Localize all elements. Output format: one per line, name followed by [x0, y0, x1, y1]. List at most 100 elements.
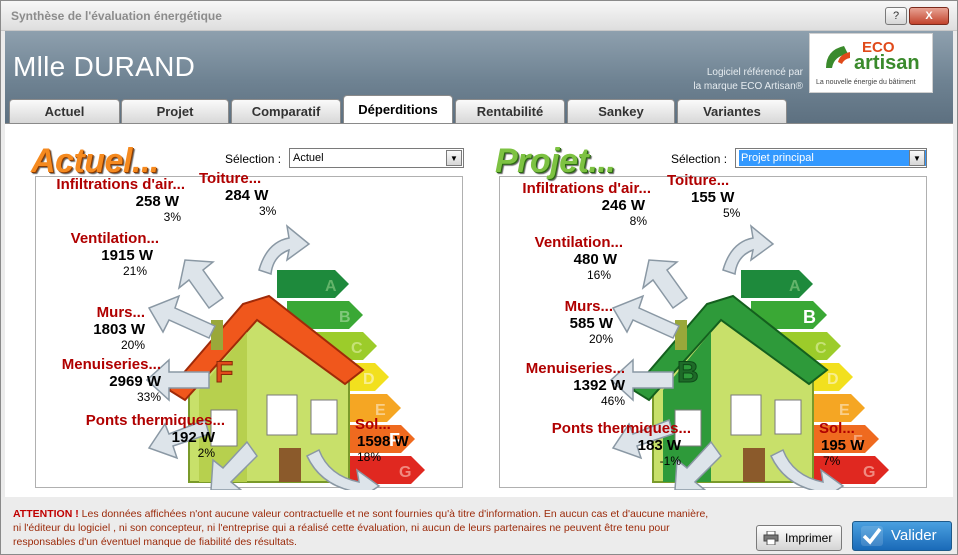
tab-variantes[interactable]: Variantes [677, 99, 787, 123]
tab-sankey[interactable]: Sankey [567, 99, 675, 123]
projet-selection-dropdown[interactable]: Projet principal ▼ [735, 148, 927, 168]
house-energy-class: B [677, 356, 699, 389]
menuiseries-label: Menuiseries... [525, 360, 625, 377]
infiltrations-label: Infiltrations d'air... [56, 176, 185, 193]
ponts-pct: -1% [659, 454, 681, 468]
murs-watts: 585 W [569, 315, 613, 332]
software-reference-line1: Logiciel référencé par [706, 67, 803, 78]
logo-mark-icon [826, 46, 850, 68]
print-button-label: Imprimer [785, 531, 833, 545]
toiture-block: Toiture... 155 W 5% [667, 172, 777, 220]
help-button[interactable]: ? [885, 7, 907, 25]
printer-icon [763, 531, 779, 545]
scale-letter-d: D [827, 371, 839, 388]
menuiseries-block: Menuiseries... 1392 W 46% [501, 360, 625, 408]
scale-letter-e: E [839, 402, 850, 419]
infiltrations-watts: 246 W [601, 197, 645, 214]
disclaimer-line2: ni l'éditeur du logiciel , ni son concep… [13, 522, 670, 534]
ventilation-block: Ventilation... 480 W 16% [501, 234, 623, 282]
sol-label: Sol... [355, 416, 391, 433]
software-reference-line2: la marque ECO Artisan® [693, 81, 803, 92]
menuiseries-pct: 46% [600, 394, 625, 408]
ponts-pct: 2% [197, 446, 215, 460]
ponts-watts: 183 W [637, 437, 681, 454]
scale-letter-a: A [325, 278, 337, 295]
actuel-selection-value: Actuel [293, 152, 324, 164]
infiltrations-pct: 3% [163, 210, 181, 224]
ventilation-pct: 16% [586, 268, 611, 282]
deperditions-content: Actuel... Sélection : Actuel ▼ A B C D E [5, 123, 953, 497]
menuiseries-watts: 1392 W [573, 377, 625, 394]
client-name: Mlle DURAND [13, 51, 196, 82]
sol-watts: 195 W [821, 437, 865, 454]
toiture-pct: 3% [259, 204, 277, 218]
sol-watts: 1598 W [357, 433, 409, 450]
tab-projet[interactable]: Projet [121, 99, 229, 123]
ventilation-watts: 1915 W [101, 247, 153, 264]
infiltrations-pct: 8% [629, 214, 647, 228]
dropdown-arrow-icon[interactable]: ▼ [446, 150, 462, 166]
ponts-label: Ponts thermiques... [85, 412, 225, 429]
ponts-block: Ponts thermiques... 192 W 2% [35, 412, 225, 460]
ponts-block: Ponts thermiques... 183 W -1% [501, 420, 691, 468]
title-bar: Synthèse de l'évaluation énergétique ? X [1, 1, 957, 31]
actuel-selection-dropdown[interactable]: Actuel ▼ [289, 148, 464, 168]
actuel-selection-label: Sélection : [225, 152, 282, 166]
disclaimer-line1: Les données affichées n'ont aucune valeu… [78, 508, 709, 520]
projet-selection-label: Sélection : [671, 152, 728, 166]
tab-actuel[interactable]: Actuel [9, 99, 120, 123]
disclaimer-text: ATTENTION ! Les données affichées n'ont … [13, 507, 743, 549]
infiltrations-block: Infiltrations d'air... 246 W 8% [501, 180, 651, 228]
disclaimer-line3: responsables d'un éventuel manque de fia… [13, 536, 297, 548]
infiltrations-watts: 258 W [135, 193, 179, 210]
validate-button[interactable]: Valider [852, 521, 952, 551]
actuel-panel: Actuel... Sélection : Actuel ▼ A B C D E [29, 134, 469, 490]
validate-button-label: Valider [891, 527, 937, 544]
scale-letter-g: G [399, 464, 411, 481]
murs-label: Murs... [96, 304, 145, 321]
arrow-toiture-icon [722, 224, 775, 276]
toiture-pct: 5% [723, 206, 741, 220]
eco-artisan-logo: ECO artisan La nouvelle énergie du bâtim… [809, 33, 933, 93]
print-button[interactable]: Imprimer [756, 525, 842, 551]
menuiseries-label: Menuiseries... [61, 356, 161, 373]
tab-deperditions[interactable]: Déperditions [343, 95, 453, 123]
window-title: Synthèse de l'évaluation énergétique [11, 9, 222, 23]
murs-pct: 20% [588, 332, 613, 346]
close-button[interactable]: X [909, 7, 949, 25]
toiture-block: Toiture... 284 W 3% [199, 170, 309, 218]
scale-letter-a: A [789, 278, 801, 295]
checkmark-icon [861, 526, 883, 546]
ventilation-label: Ventilation... [70, 230, 159, 247]
ventilation-watts: 480 W [573, 251, 617, 268]
projet-selection-value: Projet principal [739, 150, 926, 166]
toiture-watts: 155 W [691, 189, 735, 206]
sol-block: Sol... 1598 W 18% [355, 416, 455, 464]
projet-panel: Projet... Sélection : Projet principal ▼… [493, 134, 933, 490]
arrow-infiltrations-icon [641, 259, 689, 310]
projet-title: Projet... [495, 142, 616, 180]
sol-block: Sol... 195 W 7% [819, 420, 919, 468]
toiture-label: Toiture... [667, 172, 730, 189]
tab-rentabilite[interactable]: Rentabilité [455, 99, 565, 123]
logo-tagline: La nouvelle énergie du bâtiment [816, 79, 916, 86]
infiltrations-label: Infiltrations d'air... [522, 180, 651, 197]
ponts-label: Ponts thermiques... [551, 420, 691, 437]
toiture-watts: 284 W [225, 187, 269, 204]
arrow-infiltrations-icon [177, 259, 225, 310]
application-window: Synthèse de l'évaluation énergétique ? X… [0, 0, 958, 555]
tab-comparatif[interactable]: Comparatif [231, 99, 341, 123]
scale-letter-c: C [815, 340, 827, 357]
scale-letter-b: B [339, 309, 351, 326]
murs-block: Murs... 585 W 20% [501, 298, 613, 346]
murs-block: Murs... 1803 W 20% [35, 304, 145, 352]
murs-pct: 20% [120, 338, 145, 352]
scale-letter-d: D [363, 371, 375, 388]
arrow-toiture-icon [258, 224, 311, 276]
scale-letter-b: B [803, 307, 816, 327]
logo-artisan-text: artisan [854, 52, 920, 74]
sol-label: Sol... [819, 420, 855, 437]
ventilation-block: Ventilation... 1915 W 21% [35, 230, 159, 278]
dropdown-arrow-icon[interactable]: ▼ [909, 150, 925, 166]
murs-watts: 1803 W [93, 321, 145, 338]
